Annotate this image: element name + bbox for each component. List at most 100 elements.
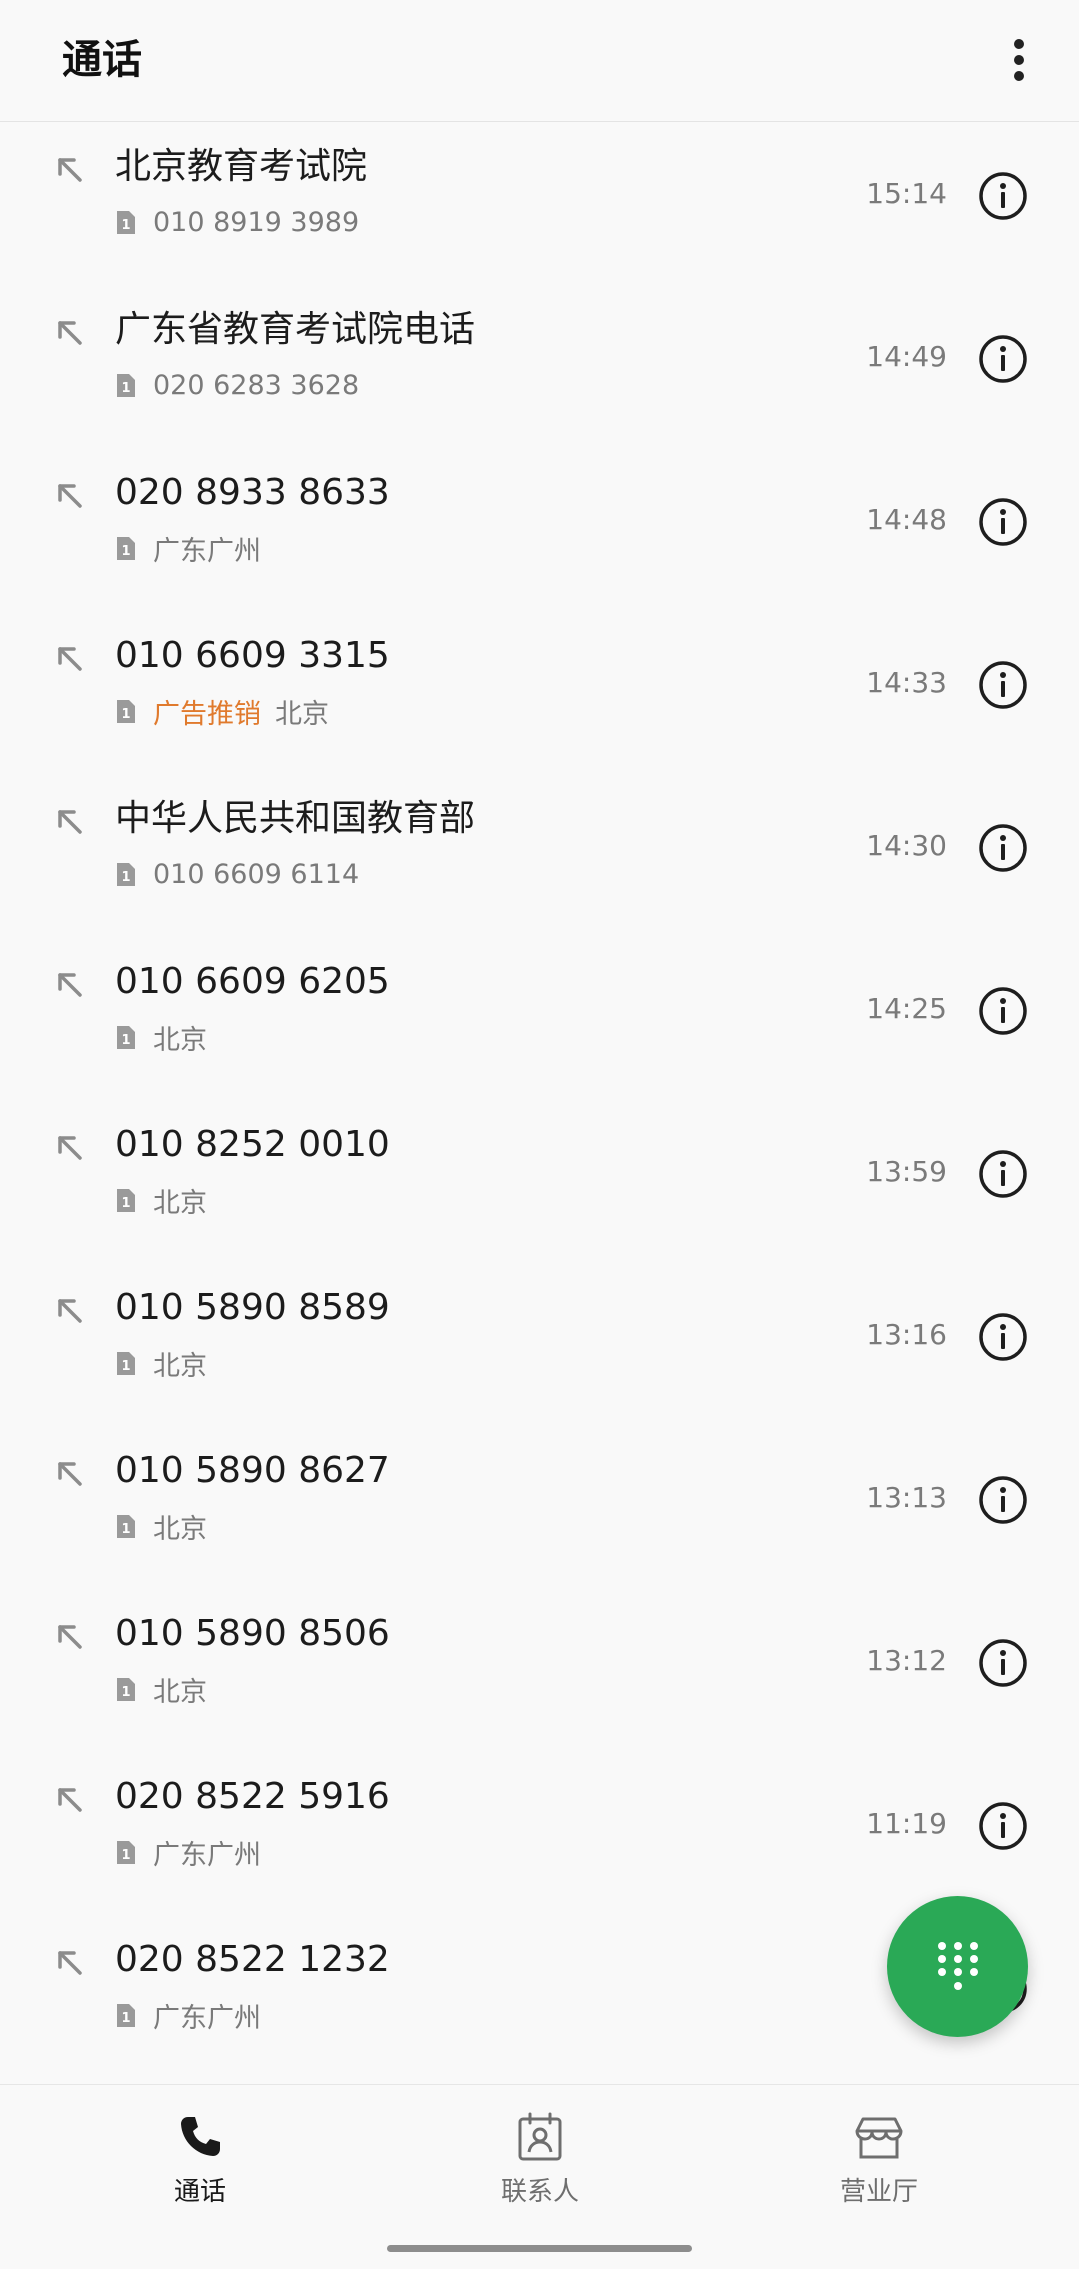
- call-info-icon[interactable]: [977, 1148, 1029, 1200]
- call-log-list[interactable]: 北京教育考试院 1 010 8919 3989 15:14 广东省教育考试院电话 1 020…: [0, 122, 1079, 2084]
- call-number-or-location: 北京: [275, 698, 329, 730]
- call-name: 010 5890 8506: [115, 1613, 390, 1654]
- call-info-icon[interactable]: [977, 1311, 1029, 1363]
- outgoing-call-arrow-icon: [58, 973, 82, 997]
- svg-text:1: 1: [121, 870, 130, 885]
- sim-card-1-icon: 1: [117, 536, 135, 560]
- call-time: 14:33: [866, 666, 947, 699]
- call-number-or-location: 北京: [153, 1024, 207, 1056]
- call-info-icon[interactable]: [977, 822, 1029, 874]
- call-subtitle: 1 010 8919 3989: [115, 202, 359, 242]
- call-name: 020 8522 5916: [115, 1776, 390, 1817]
- outgoing-call-arrow-icon: [58, 647, 82, 671]
- call-time: 15:14: [866, 177, 947, 210]
- call-number-or-location: 广东广州: [153, 535, 261, 567]
- app-header: 通话: [0, 0, 1079, 122]
- call-number-or-location: 020 6283 3628: [153, 369, 360, 401]
- call-subtitle: 1 广告推销 北京: [115, 691, 329, 731]
- svg-text:1: 1: [121, 1685, 130, 1700]
- call-subtitle: 1 010 6609 6114: [115, 854, 359, 894]
- svg-text:1: 1: [121, 1033, 130, 1048]
- outgoing-call-arrow-icon: [58, 158, 82, 182]
- sim-card-1-icon: 1: [117, 1514, 135, 1538]
- call-info-icon[interactable]: [977, 1474, 1029, 1526]
- call-number-or-location: 010 6609 6114: [153, 858, 360, 890]
- call-name: 广东省教育考试院电话: [115, 309, 476, 350]
- call-log-row[interactable]: 北京教育考试院 1 010 8919 3989 15:14: [0, 122, 1079, 285]
- call-log-row[interactable]: 010 5890 8589 1 北京 13:16: [0, 1263, 1079, 1426]
- call-name: 020 8933 8633: [115, 472, 390, 513]
- outgoing-call-arrow-icon: [58, 1299, 82, 1323]
- call-log-row[interactable]: 中华人民共和国教育部 1 010 6609 6114 14:30: [0, 774, 1079, 937]
- sim-card-1-icon: 1: [117, 1840, 135, 1864]
- svg-text:1: 1: [121, 1196, 130, 1211]
- call-subtitle: 1 北京: [115, 1669, 207, 1709]
- sim-card-1-icon: 1: [117, 2003, 135, 2027]
- call-time: 13:12: [866, 1644, 947, 1677]
- call-log-row[interactable]: 020 8522 5916 1 广东广州 11:19: [0, 1752, 1079, 1915]
- call-subtitle: 1 北京: [115, 1343, 207, 1383]
- call-subtitle: 1 广东广州: [115, 1832, 261, 1872]
- store-icon: [855, 2117, 903, 2159]
- call-time: 14:25: [866, 992, 947, 1025]
- spam-tag: 广告推销: [153, 698, 261, 730]
- call-number-or-location: 北京: [153, 1676, 207, 1708]
- outgoing-call-arrow-icon: [58, 810, 82, 834]
- call-subtitle: 1 北京: [115, 1180, 207, 1220]
- nav-label-store: 营业厅: [839, 2177, 918, 2207]
- call-time: 14:49: [866, 340, 947, 373]
- sim-card-1-icon: 1: [117, 210, 135, 234]
- sim-card-1-icon: 1: [117, 699, 135, 723]
- call-info-icon[interactable]: [977, 1637, 1029, 1689]
- sim-card-1-icon: 1: [117, 1351, 135, 1375]
- call-log-row[interactable]: 010 6609 6205 1 北京 14:25: [0, 937, 1079, 1100]
- more-options-button[interactable]: [989, 25, 1049, 95]
- call-log-row[interactable]: 010 5890 8506 1 北京 13:12: [0, 1589, 1079, 1752]
- dialpad-button[interactable]: [887, 1896, 1028, 2037]
- call-log-row[interactable]: 010 5890 8627 1 北京 13:13: [0, 1426, 1079, 1589]
- call-name: 010 5890 8627: [115, 1450, 390, 1491]
- call-name: 中华人民共和国教育部: [115, 798, 476, 839]
- call-name: 010 8252 0010: [115, 1124, 390, 1165]
- sim-card-1-icon: 1: [117, 373, 135, 397]
- call-number-or-location: 北京: [153, 1350, 207, 1382]
- call-log-row[interactable]: 020 8933 8633 1 广东广州 14:48: [0, 448, 1079, 611]
- svg-text:1: 1: [121, 1848, 130, 1863]
- page-title: 通话: [62, 37, 142, 83]
- home-indicator[interactable]: [387, 2245, 692, 2252]
- call-number-or-location: 010 8919 3989: [153, 206, 360, 238]
- call-info-icon[interactable]: [977, 1800, 1029, 1852]
- outgoing-call-arrow-icon: [58, 484, 82, 508]
- svg-text:1: 1: [121, 1359, 130, 1374]
- more-vertical-icon: [1014, 39, 1024, 81]
- contacts-icon: [518, 2112, 562, 2161]
- nav-label-contacts: 联系人: [500, 2177, 579, 2207]
- call-time: 11:19: [866, 1807, 947, 1840]
- svg-text:1: 1: [121, 1522, 130, 1537]
- nav-tab-store[interactable]: 营业厅: [779, 2111, 979, 2221]
- call-name: 北京教育考试院: [115, 146, 368, 187]
- call-log-row[interactable]: 010 8252 0010 1 北京 13:59: [0, 1100, 1079, 1263]
- call-number-or-location: 广东广州: [153, 1839, 261, 1871]
- call-info-icon[interactable]: [977, 333, 1029, 385]
- sim-card-1-icon: 1: [117, 1188, 135, 1212]
- nav-label-calls: 通话: [173, 2177, 226, 2207]
- svg-text:1: 1: [121, 707, 130, 722]
- call-time: 14:48: [866, 503, 947, 536]
- call-time: 14:30: [866, 829, 947, 862]
- call-log-row[interactable]: 广东省教育考试院电话 1 020 6283 3628 14:49: [0, 285, 1079, 448]
- call-number-or-location: 北京: [153, 1513, 207, 1545]
- nav-tab-contacts[interactable]: 联系人: [440, 2111, 640, 2221]
- call-name: 010 6609 3315: [115, 635, 390, 676]
- nav-tab-calls[interactable]: 通话: [100, 2111, 300, 2221]
- call-info-icon[interactable]: [977, 170, 1029, 222]
- outgoing-call-arrow-icon: [58, 1788, 82, 1812]
- call-info-icon[interactable]: [977, 496, 1029, 548]
- call-time: 13:16: [866, 1318, 947, 1351]
- call-subtitle: 1 北京: [115, 1017, 207, 1057]
- call-info-icon[interactable]: [977, 659, 1029, 711]
- call-subtitle: 1 北京: [115, 1506, 207, 1546]
- call-log-row[interactable]: 010 6609 3315 1 广告推销 北京 14:33: [0, 611, 1079, 774]
- call-time: 13:59: [866, 1155, 947, 1188]
- call-info-icon[interactable]: [977, 985, 1029, 1037]
